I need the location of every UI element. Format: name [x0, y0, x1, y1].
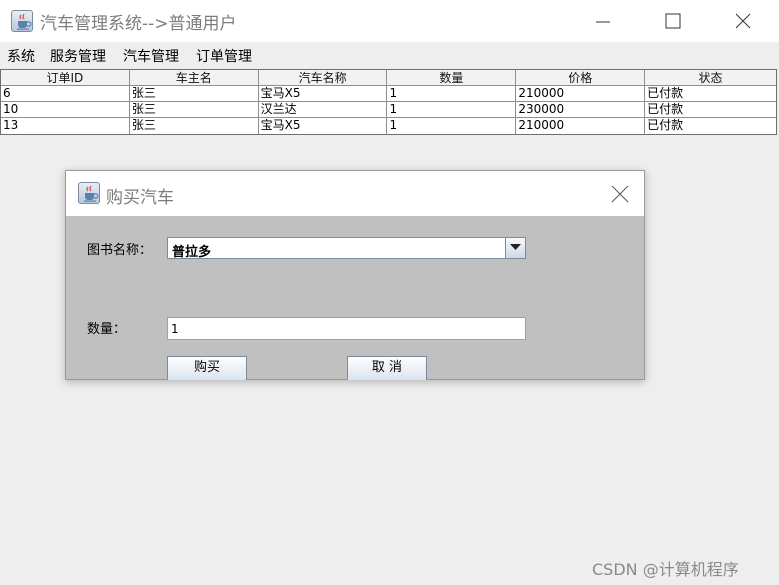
- table-cell: 张三: [130, 102, 259, 117]
- table-row[interactable]: 10 张三 汉兰达 1 230000 已付款: [1, 102, 776, 118]
- table-cell: 已付款: [647, 86, 684, 100]
- column-header-price[interactable]: 价格: [516, 70, 646, 85]
- book-name-label: 图书名称：: [87, 243, 153, 258]
- quantity-field[interactable]: [167, 317, 526, 340]
- close-icon: [735, 13, 751, 29]
- table-cell: 宝马X5: [259, 86, 388, 101]
- maximize-icon: [665, 13, 681, 29]
- dropdown-button[interactable]: [505, 238, 525, 258]
- dialog-close-button[interactable]: [608, 183, 632, 205]
- table-cell: 已付款: [647, 102, 684, 116]
- buy-car-dialog: 购买汽车 图书名称： 普拉多 数量： 购买 取 消: [65, 170, 645, 380]
- java-cup-icon: [78, 182, 100, 204]
- buy-button[interactable]: 购买: [167, 356, 247, 380]
- window-titlebar: 汽车管理系统-->普通用户: [0, 0, 779, 42]
- column-header-status[interactable]: 状态: [645, 70, 776, 85]
- table-cell: 1: [387, 118, 517, 134]
- window-title: 汽车管理系统-->普通用户: [40, 14, 237, 34]
- table-cell: 1: [387, 86, 517, 101]
- table-cell: 宝马X5: [259, 118, 388, 134]
- table-cell: 张三: [130, 118, 259, 134]
- table-row[interactable]: 6 张三 宝马X5 1 210000 已付款: [1, 86, 776, 102]
- watermark: CSDN @计算机程序: [592, 560, 739, 579]
- table-cell: 13: [1, 118, 130, 134]
- table-header: 订单ID 车主名 汽车名称 数量 价格 状态: [1, 70, 776, 86]
- dialog-titlebar[interactable]: 购买汽车: [66, 171, 644, 216]
- minimize-button[interactable]: [588, 8, 618, 34]
- dialog-title: 购买汽车: [106, 188, 174, 208]
- car-select[interactable]: 普拉多: [167, 237, 526, 260]
- table-cell: 10: [1, 102, 130, 117]
- minimize-icon: [596, 21, 610, 23]
- maximize-button[interactable]: [658, 8, 688, 34]
- column-header-order-id[interactable]: 订单ID: [1, 70, 130, 85]
- menu-system[interactable]: 系统: [7, 46, 35, 66]
- menu-service-management[interactable]: 服务管理: [50, 46, 106, 66]
- menu-bar: 系统 服务管理 汽车管理 订单管理: [0, 42, 779, 68]
- table-cell: 210000: [516, 118, 646, 134]
- orders-table: 订单ID 车主名 汽车名称 数量 价格 状态 6 张三 宝马X5 1 21000…: [0, 69, 777, 135]
- table-cell: 已付款: [647, 118, 684, 132]
- quantity-label: 数量：: [87, 322, 127, 337]
- table-cell: 汉兰达: [259, 102, 388, 117]
- column-header-owner[interactable]: 车主名: [130, 70, 259, 85]
- table-cell: 6: [1, 86, 130, 101]
- cancel-button[interactable]: 取 消: [347, 356, 427, 380]
- car-select-value: 普拉多: [172, 245, 212, 260]
- menu-order-management[interactable]: 订单管理: [196, 46, 252, 66]
- table-cell: 210000: [516, 86, 646, 101]
- menu-car-management[interactable]: 汽车管理: [123, 46, 179, 66]
- column-header-quantity[interactable]: 数量: [387, 70, 517, 85]
- table-cell: 张三: [130, 86, 259, 101]
- table-row[interactable]: 13 张三 宝马X5 1 210000 已付款: [1, 118, 776, 134]
- java-cup-icon: [11, 10, 33, 32]
- close-icon: [611, 185, 629, 203]
- chevron-down-icon: [510, 244, 521, 250]
- table-cell: 230000: [516, 102, 646, 117]
- column-header-car-name[interactable]: 汽车名称: [259, 70, 388, 85]
- close-button[interactable]: [728, 8, 758, 34]
- table-cell: 1: [387, 102, 517, 117]
